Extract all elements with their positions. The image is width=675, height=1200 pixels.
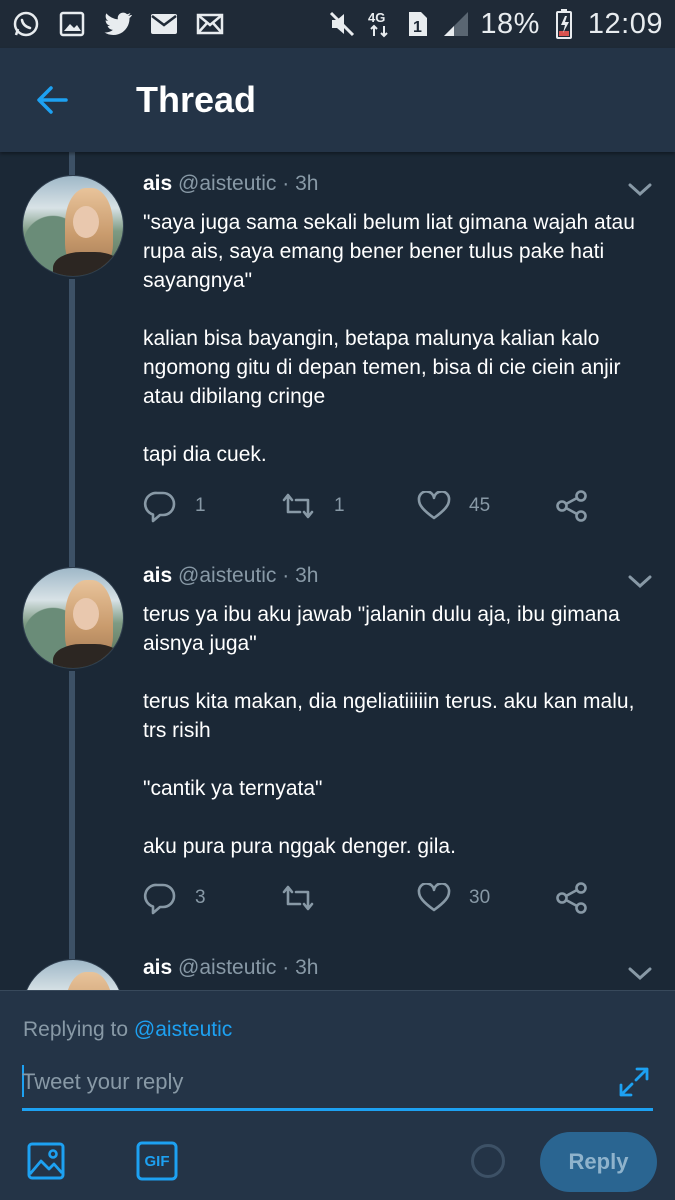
like-count: 45 — [469, 495, 491, 516]
status-bar: 4G 1 18% 12:09 — [0, 0, 675, 48]
chevron-down-icon[interactable] — [625, 964, 655, 984]
tweet-actions: 1 1 45 — [143, 486, 613, 526]
thread-feed[interactable]: ais @aisteutic · 3h "saya juga sama seka… — [0, 152, 675, 990]
clock: 12:09 — [587, 7, 663, 40]
chevron-down-icon[interactable] — [625, 572, 655, 592]
reply-icon — [143, 883, 176, 915]
retweet-action[interactable] — [280, 878, 334, 918]
battery-charging-icon — [550, 9, 578, 39]
tweet-text: "saya juga sama sekali belum liat gimana… — [143, 208, 653, 469]
avatar[interactable] — [22, 567, 124, 669]
4g-icon: 4G — [366, 10, 394, 38]
whatsapp-icon — [12, 10, 40, 38]
avatar[interactable] — [22, 959, 124, 990]
reply-action[interactable]: 3 — [143, 878, 206, 918]
tweet[interactable]: ais @aisteutic · 3h "saya juga sama seka… — [0, 152, 675, 544]
replying-to-label: Replying to — [23, 1018, 129, 1041]
retweet-icon — [282, 885, 314, 911]
retweet-count: 1 — [334, 495, 345, 516]
share-action[interactable] — [555, 486, 589, 526]
user-handle: @aisteutic · 3h — [178, 956, 319, 979]
tweet[interactable]: ais @aisteutic · 3h terus ya ibu aku jaw… — [0, 544, 675, 936]
replying-to-handle[interactable]: @aisteutic — [134, 1018, 232, 1041]
status-bar-notifications — [12, 10, 224, 38]
gallery-icon — [58, 10, 86, 38]
retweet-action[interactable]: 1 — [280, 486, 345, 526]
reply-count: 3 — [195, 887, 206, 908]
user-handle: @aisteutic · 3h — [178, 172, 319, 195]
tweet-header: ais @aisteutic · 3h — [143, 564, 318, 588]
gif-button[interactable]: GIF — [136, 1141, 178, 1181]
heart-icon — [417, 883, 451, 912]
sim-1-icon: 1 — [404, 10, 432, 38]
tweet[interactable]: ais @aisteutic · 3h — [0, 936, 675, 990]
share-icon — [556, 882, 587, 914]
expand-icon[interactable] — [617, 1065, 651, 1099]
tweet-paragraph: terus kita makan, dia ngeliatiiiiin teru… — [143, 690, 635, 742]
replying-to: Replying to @aisteutic — [23, 1018, 232, 1042]
svg-text:4G: 4G — [368, 10, 385, 25]
image-icon[interactable] — [26, 1141, 66, 1181]
battery-percent: 18% — [480, 7, 540, 40]
twitter-icon — [104, 10, 132, 38]
user-name[interactable]: ais — [143, 172, 172, 195]
svg-text:1: 1 — [413, 19, 422, 36]
like-count: 30 — [469, 887, 491, 908]
reply-input[interactable]: Tweet your reply — [22, 1063, 602, 1101]
app-bar: Thread — [0, 48, 675, 152]
page-title: Thread — [136, 79, 257, 120]
gif-label: GIF — [144, 1152, 170, 1170]
user-handle: @aisteutic · 3h — [178, 564, 319, 587]
mail-icon — [196, 10, 224, 38]
tweet-paragraph: "cantik ya ternyata" — [143, 777, 323, 800]
retweet-icon — [282, 493, 314, 519]
tweet-paragraph: tapi dia cuek. — [143, 443, 267, 466]
tweet-paragraph: kalian bisa bayangin, betapa malunya kal… — [143, 327, 621, 408]
reply-count: 1 — [195, 495, 206, 516]
email-icon — [150, 10, 178, 38]
like-action[interactable]: 30 — [417, 878, 490, 918]
mute-icon — [328, 10, 356, 38]
share-icon — [556, 490, 587, 522]
tweet-header: ais @aisteutic · 3h — [143, 956, 318, 980]
back-button[interactable] — [0, 48, 104, 152]
heart-icon — [417, 491, 451, 520]
status-bar-system: 4G 1 18% 12:09 — [328, 8, 663, 41]
user-name[interactable]: ais — [143, 956, 172, 979]
reply-icon — [143, 491, 176, 523]
signal-icon — [442, 10, 470, 38]
tweet-actions: 3 30 — [143, 878, 613, 918]
tweet-text: terus ya ibu aku jawab "jalanin dulu aja… — [143, 600, 653, 861]
arrow-left-icon — [37, 86, 68, 114]
tweet-paragraph: terus ya ibu aku jawab "jalanin dulu aja… — [143, 603, 620, 655]
share-action[interactable] — [555, 878, 589, 918]
reply-button[interactable]: Reply — [540, 1132, 657, 1192]
reply-composer: Replying to @aisteutic Tweet your reply … — [0, 990, 675, 1200]
chevron-down-icon[interactable] — [625, 180, 655, 200]
like-action[interactable]: 45 — [417, 486, 490, 526]
tweet-header: ais @aisteutic · 3h — [143, 172, 318, 196]
character-counter — [471, 1144, 505, 1178]
user-name[interactable]: ais — [143, 564, 172, 587]
tweet-paragraph: aku pura pura nggak denger. gila. — [143, 835, 456, 858]
tweet-paragraph: "saya juga sama sekali belum liat gimana… — [143, 211, 635, 292]
reply-action[interactable]: 1 — [143, 486, 206, 526]
avatar[interactable] — [22, 175, 124, 277]
reply-input-container[interactable]: Tweet your reply — [22, 1055, 653, 1111]
